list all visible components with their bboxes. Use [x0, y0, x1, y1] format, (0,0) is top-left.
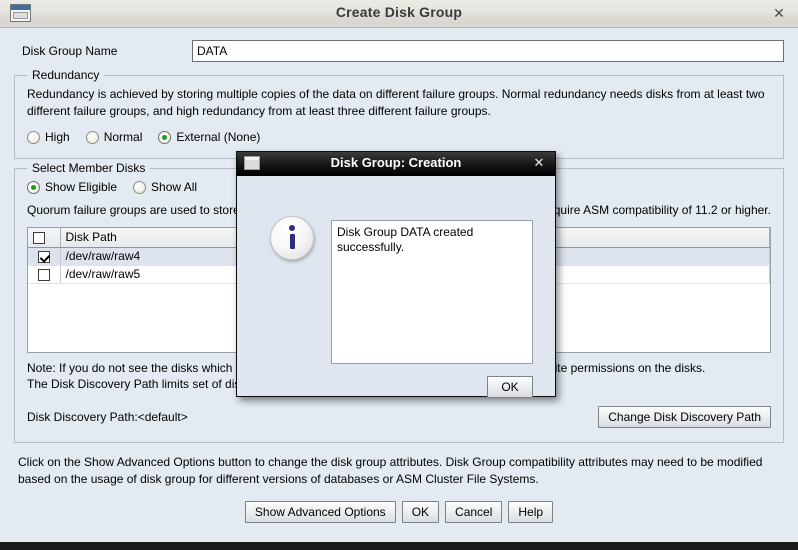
radio-show-eligible-label: Show Eligible [45, 180, 118, 194]
footer-buttons: Show Advanced Options OK Cancel Help [14, 501, 784, 523]
help-button[interactable]: Help [508, 501, 554, 523]
radio-show-eligible-indicator [27, 180, 40, 194]
radio-show-all[interactable]: Show All [133, 180, 197, 194]
row-checkbox-cell[interactable] [28, 265, 61, 284]
header-extra-column[interactable] [550, 228, 770, 248]
dialog-close-icon[interactable]: ✕ [531, 154, 547, 172]
dialog-ok-button[interactable]: OK [487, 376, 533, 398]
radio-normal-indicator [85, 130, 99, 144]
redundancy-radio-group: High Normal External (None) [27, 130, 771, 144]
row-checkbox[interactable] [37, 250, 50, 263]
header-select-all-cell[interactable] [28, 228, 61, 248]
disk-group-creation-dialog: Disk Group: Creation ✕ Disk Group DATA c… [236, 151, 556, 398]
dialog-title: Disk Group: Creation [330, 155, 462, 170]
dialog-body: Disk Group DATA created successfully. OK [237, 176, 555, 398]
ok-button[interactable]: OK [401, 501, 440, 523]
row-extra [550, 247, 770, 266]
redundancy-legend: Redundancy [27, 68, 105, 82]
dialog-message: Disk Group DATA created successfully. [331, 220, 533, 364]
discovery-path-label: Disk Discovery Path:<default> [27, 410, 188, 424]
row-checkbox-cell[interactable] [28, 247, 61, 266]
close-icon[interactable]: ✕ [769, 3, 789, 23]
window-titlebar: Create Disk Group ✕ [0, 0, 798, 28]
radio-high[interactable]: High [27, 130, 70, 144]
disk-group-name-row: Disk Group Name [14, 28, 784, 66]
radio-external-none-label: External (None) [176, 130, 261, 144]
change-disk-discovery-path-button[interactable]: Change Disk Discovery Path [598, 406, 771, 428]
radio-normal[interactable]: Normal [85, 130, 143, 144]
info-icon [270, 216, 314, 260]
disk-group-name-input[interactable] [192, 40, 784, 62]
dialog-titlebar: Disk Group: Creation ✕ [237, 152, 555, 176]
discovery-path-row: Disk Discovery Path:<default> Change Dis… [27, 406, 771, 428]
footer-description: Click on the Show Advanced Options butto… [18, 455, 763, 486]
show-advanced-options-button[interactable]: Show Advanced Options [244, 501, 396, 523]
redundancy-description: Redundancy is achieved by storing multip… [27, 87, 765, 118]
cancel-button[interactable]: Cancel [445, 501, 503, 523]
info-icon-stem [290, 234, 295, 249]
select-member-disks-legend: Select Member Disks [27, 161, 151, 175]
create-disk-group-window: Create Disk Group ✕ Disk Group Name Redu… [0, 0, 798, 545]
radio-high-indicator [27, 130, 40, 144]
radio-show-all-indicator [133, 180, 147, 194]
radio-show-eligible[interactable]: Show Eligible [27, 180, 117, 194]
row-checkbox[interactable] [37, 268, 50, 281]
redundancy-group: Redundancy Redundancy is achieved by sto… [14, 68, 784, 159]
radio-external-none-indicator [158, 130, 172, 144]
disk-group-name-label: Disk Group Name [22, 44, 118, 58]
info-icon-dot [289, 225, 295, 231]
dialog-ok-wrap: OK [487, 376, 533, 398]
radio-normal-label: Normal [103, 130, 143, 144]
window-title: Create Disk Group [335, 4, 463, 20]
radio-external-none[interactable]: External (None) [158, 130, 260, 144]
radio-high-label: High [45, 130, 70, 144]
row-extra [550, 265, 770, 284]
select-all-checkbox[interactable] [33, 232, 45, 245]
radio-show-all-label: Show All [151, 180, 198, 194]
